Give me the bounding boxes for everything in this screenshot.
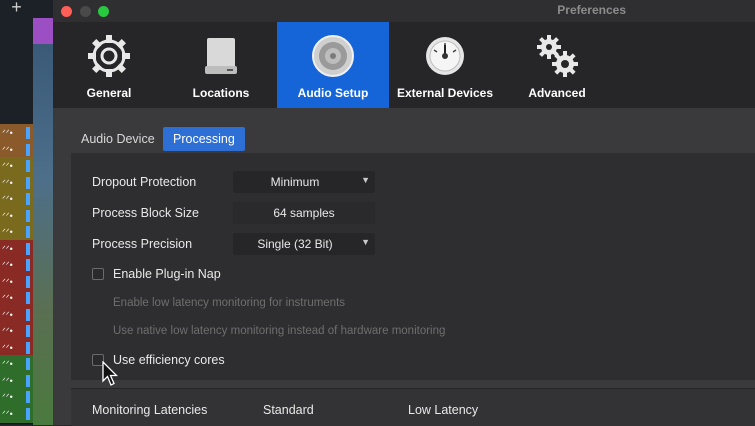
toolbar-external-devices[interactable]: External Devices	[389, 22, 501, 108]
toolbar-advanced[interactable]: Advanced	[501, 22, 613, 108]
dropdown-value: Minimum	[270, 175, 320, 189]
gears-icon	[537, 35, 578, 77]
process-block-size-label: Process Block Size	[92, 206, 199, 220]
waveform-icon: ᐟᐟ•	[2, 309, 13, 320]
track-meter	[26, 358, 30, 370]
toolbar-label: General	[86, 86, 132, 100]
track-meter	[26, 209, 30, 222]
waveform-icon: ᐟᐟ•	[2, 194, 13, 204]
monitoring-latencies-label: Monitoring Latencies	[92, 403, 208, 417]
track-meter	[26, 242, 30, 255]
preferences-window: Preferences General Locations Audio Setu…	[53, 0, 755, 426]
waveform-icon: ᐟᐟ•	[2, 161, 13, 171]
toolbar-label: Locations	[192, 86, 250, 100]
chevron-down-icon: ▼	[361, 175, 370, 185]
toolbar-general[interactable]: General	[53, 22, 165, 108]
low-latency-instruments-label: Enable low latency monitoring for instru…	[113, 297, 346, 309]
enable-plugin-nap-checkbox[interactable]	[92, 268, 104, 280]
enable-plugin-nap-label: Enable Plug-in Nap	[113, 267, 221, 281]
speaker-icon	[312, 35, 354, 77]
waveform-icon: ᐟᐟ•	[2, 408, 13, 419]
waveform-icon: ᐟᐟ•	[2, 326, 13, 336]
chevron-down-icon: ▼	[361, 237, 370, 247]
process-precision-dropdown[interactable]: Single (32 Bit) ▼	[233, 233, 375, 255]
track-meter	[26, 292, 30, 304]
dropout-protection-dropdown[interactable]: Minimum ▼	[233, 171, 375, 193]
drive-icon	[205, 38, 237, 74]
standard-column-header: Standard	[263, 403, 314, 417]
track-meter	[26, 176, 30, 189]
track-meter	[26, 407, 30, 420]
add-track-button[interactable]: +	[0, 0, 33, 20]
toolbar-locations[interactable]: Locations	[165, 22, 277, 108]
track-meter	[26, 143, 30, 156]
processing-panel: Dropout Protection Minimum ▼ Process Blo…	[71, 153, 755, 380]
waveform-icon: ᐟᐟ•	[2, 144, 13, 155]
track-meter	[26, 275, 30, 288]
waveform-icon: ᐟᐟ•	[2, 177, 13, 188]
waveform-icon: ᐟᐟ•	[2, 276, 13, 287]
toolbar-audio-setup[interactable]: Audio Setup	[277, 22, 389, 108]
track-color-block	[33, 18, 53, 44]
waveform-icon: ᐟᐟ•	[2, 128, 13, 138]
track-meter	[26, 193, 30, 205]
waveform-icon: ᐟᐟ•	[2, 260, 13, 270]
preferences-content: Audio Device Processing Dropout Protecti…	[53, 108, 755, 426]
toolbar-label: External Devices	[396, 86, 494, 100]
background-track-strip: + ᐟᐟ• ᐟᐟ• ᐟᐟ• ᐟᐟ• ᐟᐟ• ᐟᐟ• ᐟᐟ• ᐟᐟ• ᐟᐟ• ᐟᐟ• ᐟᐟ• ᐟᐟ• ᐟᐟ…	[0, 0, 53, 425]
track-meter	[26, 325, 30, 337]
block-size-text: 64 samples	[273, 206, 335, 220]
native-low-latency-label: Use native low latency monitoring instea…	[113, 325, 446, 337]
gear-icon	[88, 35, 130, 77]
dropout-protection-label: Dropout Protection	[92, 175, 197, 189]
track-row[interactable]: ᐟᐟ•	[0, 404, 33, 424]
track-meter	[26, 259, 30, 271]
efficiency-cores-label: Use efficiency cores	[113, 353, 225, 367]
track-meter	[26, 341, 30, 354]
track-meter	[26, 308, 30, 321]
track-meter-column	[33, 44, 53, 425]
waveform-icon: ᐟᐟ•	[2, 293, 13, 303]
waveform-icon: ᐟᐟ•	[2, 359, 13, 369]
dropdown-value: Single (32 Bit)	[257, 237, 333, 251]
track-meter	[26, 160, 30, 172]
toolbar-label: Audio Setup	[297, 86, 369, 100]
dial-icon	[426, 37, 464, 75]
preferences-toolbar: General Locations Audio Setup External D…	[53, 22, 755, 109]
track-meter	[26, 226, 30, 238]
waveform-icon: ᐟᐟ•	[2, 392, 13, 402]
title-bar: Preferences	[53, 0, 755, 22]
waveform-icon: ᐟᐟ•	[2, 375, 13, 386]
tab-processing[interactable]: Processing	[163, 127, 245, 151]
track-meter	[26, 374, 30, 387]
mouse-cursor-icon	[102, 361, 118, 386]
window-title: Preferences	[557, 3, 626, 17]
waveform-icon: ᐟᐟ•	[2, 227, 13, 237]
track-meter	[26, 127, 30, 139]
tab-audio-device[interactable]: Audio Device	[71, 127, 165, 151]
process-block-size-value: 64 samples	[233, 202, 375, 224]
low-latency-column-header: Low Latency	[408, 403, 479, 417]
toolbar-label: Advanced	[528, 86, 586, 100]
waveform-icon: ᐟᐟ•	[2, 342, 13, 353]
track-meter	[26, 391, 30, 403]
process-precision-label: Process Precision	[92, 237, 193, 251]
waveform-icon: ᐟᐟ•	[2, 243, 13, 254]
monitoring-latencies-section: Monitoring Latencies Standard Low Latenc…	[71, 388, 755, 426]
waveform-icon: ᐟᐟ•	[2, 210, 13, 221]
